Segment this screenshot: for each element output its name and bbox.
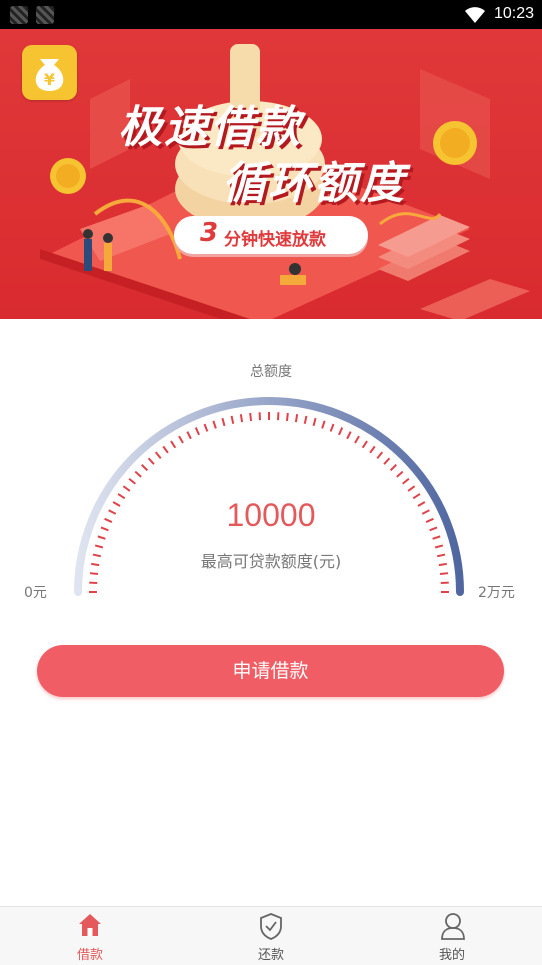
- promo-number: 3: [200, 218, 218, 248]
- gauge-tick: [339, 428, 342, 435]
- banner-title-line2: 循环额度: [222, 147, 406, 211]
- tab-repay[interactable]: 还款: [221, 907, 321, 965]
- gauge-tick: [347, 432, 351, 439]
- gauge-tick: [241, 414, 242, 422]
- bottom-tab-bar: 借款 还款 我的: [0, 906, 542, 965]
- wifi-icon: [464, 6, 486, 24]
- credit-gauge: [0, 380, 542, 610]
- notification-icon: [10, 6, 28, 24]
- credit-amount-label: 最高可贷款额度(元): [0, 548, 542, 572]
- gauge-tick: [204, 424, 207, 431]
- promo-banner[interactable]: ¥ 极速借款 循环额度 3 分钟快速放款: [0, 29, 542, 319]
- gauge-tick: [213, 421, 215, 429]
- gauge-tick: [377, 452, 382, 458]
- tab-mine[interactable]: 我的: [402, 907, 502, 965]
- gauge-tick: [129, 479, 135, 484]
- money-bag-icon: ¥: [22, 45, 77, 100]
- home-icon: [78, 912, 102, 938]
- gauge-tick: [149, 458, 154, 464]
- gauge-tick: [433, 536, 441, 538]
- gauge-tick: [296, 414, 297, 422]
- gauge-tick: [370, 446, 375, 452]
- gauge-tick: [322, 421, 324, 429]
- gauge-tick: [179, 436, 183, 443]
- gauge-tick: [222, 418, 224, 426]
- gauge-min-label: 0元: [24, 582, 47, 602]
- tab-label: 我的: [402, 944, 502, 963]
- gauge-tick: [163, 446, 168, 452]
- promo-text: 分钟快速放款: [224, 225, 326, 250]
- gauge-tick: [250, 413, 251, 421]
- credit-amount: 10000: [0, 497, 542, 534]
- gauge-tick: [384, 458, 389, 464]
- status-bar: 10:23: [0, 0, 542, 29]
- gauge-tick: [355, 436, 359, 443]
- promo-pill: 3 分钟快速放款: [174, 216, 368, 254]
- gauge-tick: [363, 441, 367, 448]
- gauge-tick: [331, 424, 334, 431]
- gauge-tick: [98, 536, 106, 538]
- gauge-tick: [171, 441, 175, 448]
- gauge-tick: [391, 465, 397, 471]
- tab-label: 借款: [40, 944, 140, 963]
- banner-title-line1: 极速借款: [118, 91, 302, 155]
- gauge-tick: [305, 416, 307, 424]
- gauge-tick: [187, 432, 191, 439]
- notification-icon: [36, 6, 54, 24]
- gauge-tick: [90, 573, 98, 574]
- gauge-tick: [142, 465, 148, 471]
- gauge-tick: [408, 486, 414, 491]
- gauge-max-label: 2万元: [478, 582, 515, 602]
- tab-label: 还款: [221, 944, 321, 963]
- user-icon: [440, 912, 466, 940]
- svg-text:¥: ¥: [44, 70, 55, 89]
- tab-borrow[interactable]: 借款: [40, 907, 140, 965]
- gauge-tick: [397, 472, 403, 477]
- app-logo: ¥: [22, 45, 77, 100]
- gauge-tick: [287, 413, 288, 421]
- gauge-title: 总额度: [0, 361, 542, 381]
- status-time: 10:23: [494, 5, 534, 23]
- gauge-tick: [440, 573, 448, 574]
- gauge-tick: [135, 472, 141, 477]
- gauge-tick: [232, 416, 234, 424]
- gauge-tick: [123, 486, 129, 491]
- gauge-tick: [196, 428, 199, 435]
- shield-check-icon: [259, 912, 283, 940]
- gauge-tick: [156, 452, 161, 458]
- gauge-tick: [314, 418, 316, 426]
- apply-loan-button[interactable]: 申请借款: [37, 645, 504, 697]
- gauge-tick: [403, 479, 409, 484]
